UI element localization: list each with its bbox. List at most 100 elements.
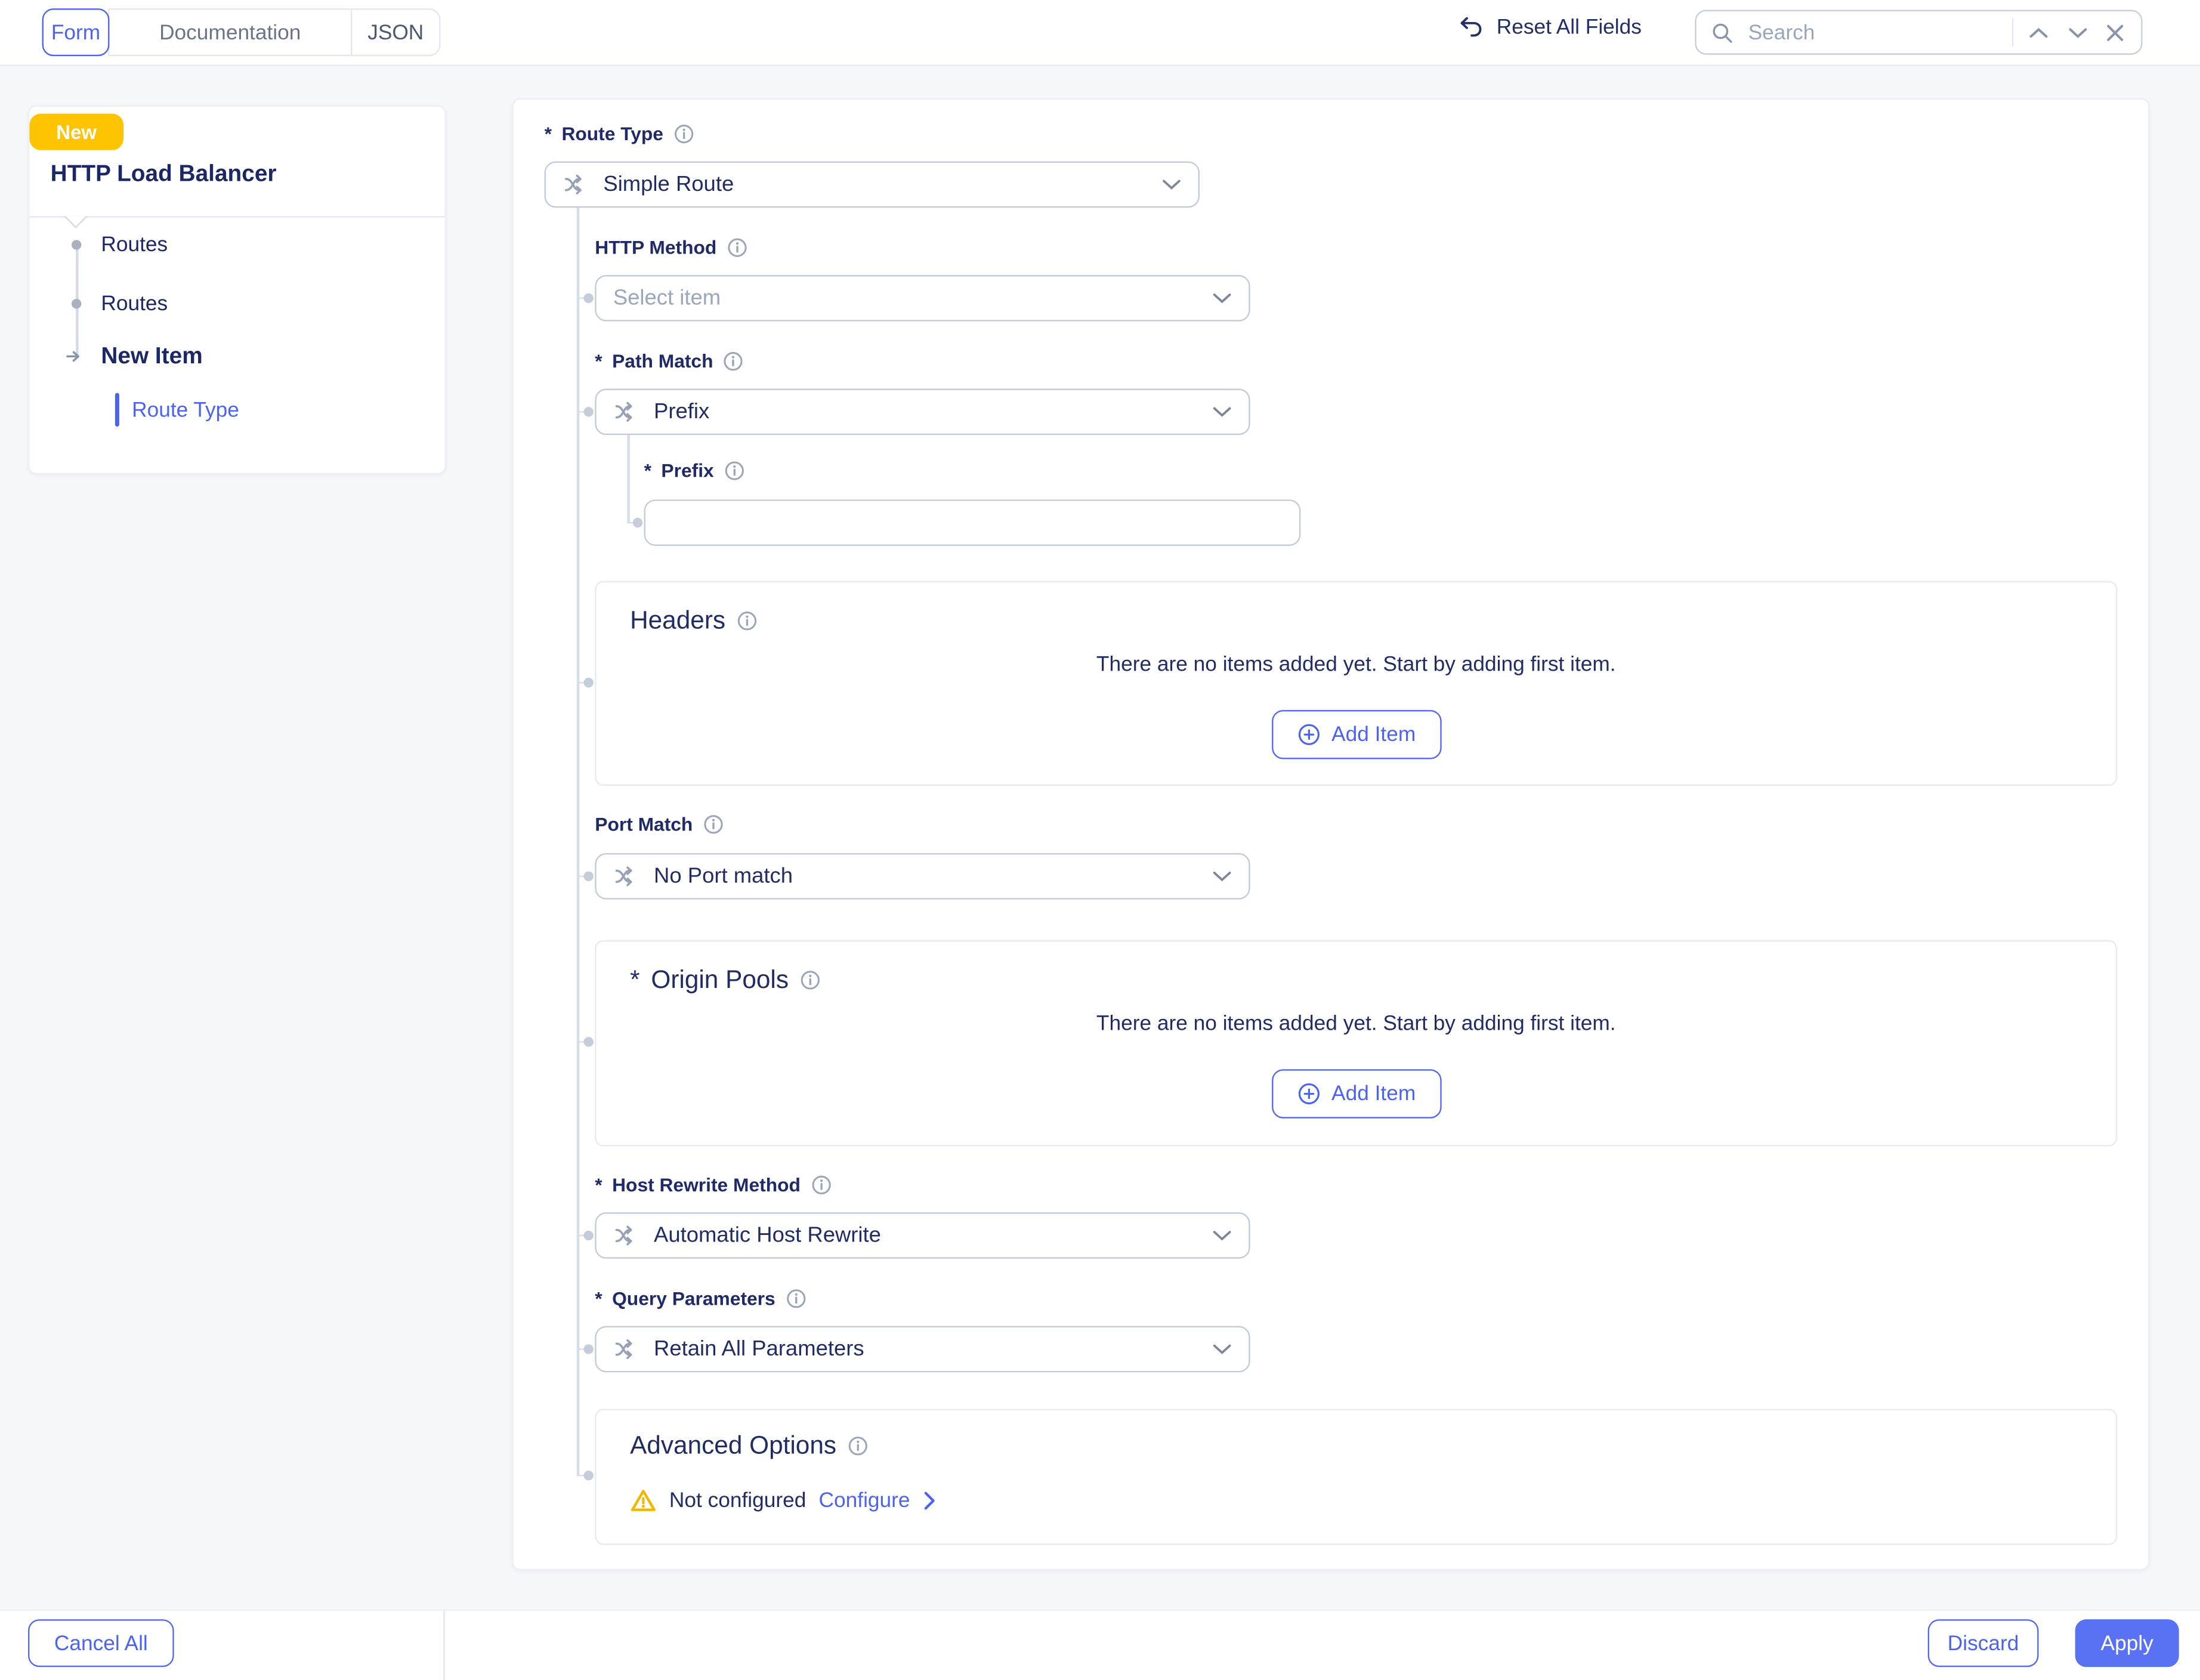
origin-pools-empty-text: There are no items added yet. Start by a… [597, 1012, 2116, 1036]
chevron-down-icon [1212, 292, 1232, 304]
sidebar-divider [29, 216, 444, 217]
apply-button[interactable]: Apply [2075, 1619, 2179, 1667]
collapse-caret-icon[interactable] [63, 215, 88, 228]
chevron-down-icon[interactable] [2064, 26, 2092, 39]
chevron-down-icon [1161, 178, 1181, 191]
reset-all-fields-label: Reset All Fields [1497, 16, 1642, 39]
tab-documentation[interactable]: Documentation [108, 8, 352, 56]
info-icon[interactable] [848, 1435, 869, 1456]
connector-dot [583, 292, 593, 302]
port-match-value: No Port match [654, 864, 793, 889]
top-bar: Form Documentation JSON Reset All Fields [0, 0, 2200, 66]
connector-dot [583, 1036, 593, 1046]
search-icon [1710, 20, 1734, 44]
connector-dot [583, 870, 593, 880]
advanced-options-section: Advanced Options Not configured Configur… [595, 1409, 2117, 1545]
route-type-label: * Route Type [545, 123, 694, 144]
info-icon[interactable] [703, 814, 724, 835]
tab-json[interactable]: JSON [351, 8, 441, 56]
port-match-select[interactable]: No Port match [595, 853, 1250, 900]
advanced-options-title-text: Advanced Options [630, 1431, 836, 1460]
chevron-down-icon [1212, 406, 1232, 418]
required-marker: * [545, 123, 552, 144]
reset-all-fields-button[interactable]: Reset All Fields [1457, 14, 1642, 41]
search-divider [2012, 18, 2013, 47]
view-tabs: Form Documentation JSON [42, 8, 441, 56]
required-marker: * [595, 351, 602, 372]
cancel-all-button[interactable]: Cancel All [28, 1619, 174, 1667]
connector-dot [633, 517, 642, 527]
connector-dot [583, 1470, 593, 1480]
connector-dot [583, 1230, 593, 1240]
chevron-down-icon [1212, 1229, 1232, 1242]
path-match-label: * Path Match [595, 351, 744, 372]
route-icon [613, 1222, 640, 1249]
headers-add-item-button[interactable]: Add Item [1271, 710, 1441, 759]
origin-pools-add-item-button[interactable]: Add Item [1271, 1069, 1441, 1118]
origin-pools-title-text: Origin Pools [651, 965, 789, 995]
connector-dot [583, 1344, 593, 1353]
sidebar-item-new-item[interactable]: New Item [101, 344, 202, 370]
chevron-down-icon [1212, 1343, 1232, 1355]
host-rewrite-value: Automatic Host Rewrite [654, 1223, 881, 1248]
route-icon [613, 863, 640, 890]
port-match-label: Port Match [595, 814, 724, 835]
arrow-right-icon [66, 348, 83, 365]
http-method-select[interactable]: Select item [595, 275, 1250, 322]
add-item-label: Add Item [1331, 722, 1416, 746]
query-parameters-value: Retain All Parameters [654, 1336, 864, 1361]
headers-section: Headers There are no items added yet. St… [595, 581, 2117, 786]
required-marker: * [595, 1288, 602, 1309]
info-icon[interactable] [727, 237, 747, 258]
form-panel: * Route Type Simple Route HTTP Method [512, 98, 2149, 1570]
port-match-label-text: Port Match [595, 814, 693, 835]
selected-item-indicator [115, 393, 119, 427]
route-type-label-text: Route Type [561, 123, 663, 144]
search-box [1695, 10, 2142, 54]
info-icon[interactable] [723, 351, 744, 372]
chevron-up-icon[interactable] [2025, 26, 2053, 39]
footer-divider [443, 1611, 444, 1680]
info-icon[interactable] [737, 610, 758, 631]
prefix-input[interactable] [644, 499, 1301, 546]
tab-form[interactable]: Form [42, 8, 110, 56]
sidebar-item-routes-1[interactable]: Routes [101, 233, 168, 257]
sidebar-item-route-type[interactable]: Route Type [132, 399, 239, 422]
sidebar-item-routes-2[interactable]: Routes [101, 292, 168, 316]
info-icon[interactable] [785, 1288, 806, 1309]
origin-pools-section: * Origin Pools There are no items added … [595, 940, 2117, 1147]
advanced-options-title: Advanced Options [630, 1431, 869, 1460]
route-type-select[interactable]: Simple Route [545, 161, 1200, 208]
discard-button[interactable]: Discard [1928, 1619, 2039, 1667]
info-icon[interactable] [724, 460, 744, 481]
host-rewrite-label: * Host Rewrite Method [595, 1175, 831, 1196]
query-parameters-label-text: Query Parameters [612, 1288, 775, 1309]
prefix-label-text: Prefix [661, 460, 713, 481]
path-match-select[interactable]: Prefix [595, 389, 1250, 436]
navigation-panel: New HTTP Load Balancer Routes Routes New… [28, 105, 446, 474]
required-marker: * [644, 460, 651, 481]
route-icon [613, 399, 640, 425]
configure-link[interactable]: Configure [819, 1489, 910, 1513]
search-input[interactable] [1745, 19, 2001, 46]
new-badge: New [29, 114, 123, 150]
query-parameters-label: * Query Parameters [595, 1288, 806, 1309]
chevron-right-icon[interactable] [923, 1491, 935, 1510]
host-rewrite-select[interactable]: Automatic Host Rewrite [595, 1212, 1250, 1259]
plus-circle-icon [1296, 1082, 1320, 1105]
plus-circle-icon [1296, 722, 1320, 746]
page: Form Documentation JSON Reset All Fields [0, 0, 2200, 1679]
query-parameters-select[interactable]: Retain All Parameters [595, 1326, 1250, 1373]
connector-line [627, 435, 629, 522]
info-icon[interactable] [800, 969, 821, 990]
headers-title: Headers [630, 606, 758, 635]
close-icon[interactable] [2103, 23, 2127, 42]
required-marker: * [630, 965, 640, 995]
origin-pools-title: * Origin Pools [630, 965, 821, 995]
chevron-down-icon [1212, 870, 1232, 882]
undo-icon [1457, 14, 1484, 41]
info-icon[interactable] [673, 123, 694, 144]
add-item-label: Add Item [1331, 1082, 1416, 1105]
info-icon[interactable] [810, 1175, 831, 1196]
http-method-placeholder: Select item [613, 286, 721, 311]
